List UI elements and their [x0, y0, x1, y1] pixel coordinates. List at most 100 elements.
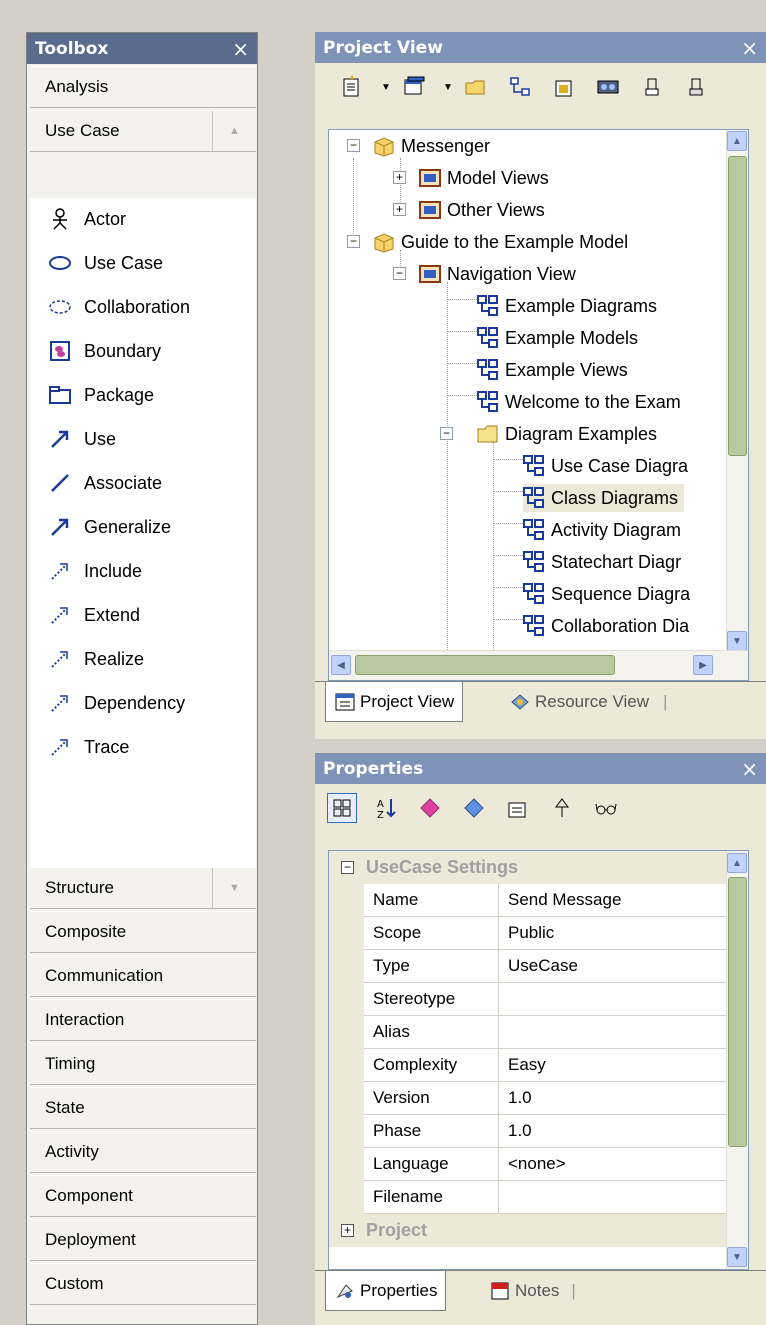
- category-deployment[interactable]: Deployment: [30, 1219, 256, 1261]
- category-composite[interactable]: Composite: [30, 911, 256, 953]
- tab-resource-view[interactable]: Resource View |: [501, 682, 675, 722]
- tree-node-collaboration-diagrams[interactable]: Collaboration Dia: [523, 612, 689, 640]
- category-use-case[interactable]: Use Case ▲: [30, 110, 256, 152]
- unlock-icon[interactable]: [681, 72, 711, 102]
- category-activity[interactable]: Activity: [30, 1131, 256, 1173]
- category-interaction[interactable]: Interaction: [30, 999, 256, 1041]
- new-folder-icon[interactable]: [461, 72, 491, 102]
- tree-vscroll-thumb[interactable]: [728, 156, 747, 456]
- scroll-up-icon[interactable]: ▲: [727, 131, 747, 151]
- tool-associate[interactable]: Associate: [48, 468, 162, 498]
- scroll-up-icon[interactable]: ▲: [727, 853, 747, 873]
- collapse-icon[interactable]: −: [347, 139, 360, 152]
- glasses-icon[interactable]: [591, 793, 621, 823]
- tree-node-diagram-examples[interactable]: Diagram Examples: [477, 420, 657, 448]
- categorized-icon[interactable]: [327, 793, 357, 823]
- property-row-alias[interactable]: Alias: [329, 1016, 728, 1049]
- tool-use-case[interactable]: Use Case: [48, 248, 163, 278]
- category-component[interactable]: Component: [30, 1175, 256, 1217]
- tree-vertical-scrollbar[interactable]: ▲ ▼: [726, 130, 748, 652]
- category-timing[interactable]: Timing: [30, 1043, 256, 1085]
- scroll-right-icon[interactable]: ▶: [693, 655, 713, 675]
- sort-alphabetical-icon[interactable]: AZ: [371, 793, 401, 823]
- tree-hscroll-thumb[interactable]: [355, 655, 615, 675]
- tree-node-navigation-view[interactable]: Navigation View: [419, 260, 576, 288]
- collapse-icon[interactable]: −: [440, 427, 453, 440]
- tree-node-example-views[interactable]: Example Views: [477, 356, 628, 384]
- dropdown-arrow-icon[interactable]: ▼: [381, 72, 391, 102]
- scroll-down-icon[interactable]: ▼: [727, 631, 747, 651]
- category-structure[interactable]: Structure ▼: [30, 867, 256, 909]
- property-row-filename[interactable]: Filename: [329, 1181, 728, 1214]
- property-value[interactable]: 1.0: [499, 1082, 728, 1115]
- collapse-icon[interactable]: −: [347, 235, 360, 248]
- property-vertical-scrollbar[interactable]: ▲ ▼: [726, 851, 748, 1269]
- tab-properties[interactable]: Properties: [325, 1271, 447, 1311]
- property-row-type[interactable]: Type UseCase: [329, 950, 728, 983]
- lock-icon[interactable]: [637, 72, 667, 102]
- tool-collaboration[interactable]: Collaboration: [48, 292, 190, 322]
- collapse-up-icon[interactable]: ▲: [212, 111, 256, 151]
- tab-notes[interactable]: Notes |: [481, 1271, 584, 1311]
- property-value[interactable]: [499, 1016, 728, 1049]
- property-row-version[interactable]: Version 1.0: [329, 1082, 728, 1115]
- property-row-name[interactable]: Name Send Message: [329, 884, 728, 917]
- category-state[interactable]: State: [30, 1087, 256, 1129]
- property-value[interactable]: [499, 1181, 728, 1214]
- tool-dependency[interactable]: Dependency: [48, 688, 185, 718]
- scroll-left-icon[interactable]: ◀: [331, 655, 351, 675]
- tree-node-example-diagrams[interactable]: Example Diagrams: [477, 292, 657, 320]
- tool-actor[interactable]: Actor: [48, 204, 126, 234]
- new-package-icon[interactable]: [549, 72, 579, 102]
- property-value[interactable]: Easy: [499, 1049, 728, 1082]
- tree-node-model-views[interactable]: Model Views: [419, 164, 549, 192]
- tool-extend[interactable]: Extend: [48, 600, 140, 630]
- category-analysis[interactable]: Analysis: [30, 66, 256, 108]
- tree-node-welcome[interactable]: Welcome to the Exam: [477, 388, 681, 416]
- tree-node-messenger[interactable]: Messenger: [373, 132, 490, 160]
- tab-project-view[interactable]: Project View: [325, 682, 464, 722]
- tool-realize[interactable]: Realize: [48, 644, 144, 674]
- tree-node-activity-diagrams[interactable]: Activity Diagram: [523, 516, 681, 544]
- property-row-stereotype[interactable]: Stereotype: [329, 983, 728, 1016]
- new-window-icon[interactable]: [399, 72, 429, 102]
- new-diagram-icon[interactable]: [505, 72, 535, 102]
- tool-include[interactable]: Include: [48, 556, 142, 586]
- expand-down-icon[interactable]: ▼: [212, 868, 256, 908]
- property-value[interactable]: UseCase: [499, 950, 728, 983]
- tree-node-example-models[interactable]: Example Models: [477, 324, 638, 352]
- toolbox-close-icon[interactable]: ×: [232, 37, 249, 61]
- expand-icon[interactable]: +: [393, 203, 406, 216]
- tool-trace[interactable]: Trace: [48, 732, 129, 762]
- category-communication[interactable]: Communication: [30, 955, 256, 997]
- tree-node-statechart-diagrams[interactable]: Statechart Diagr: [523, 548, 681, 576]
- expand-icon[interactable]: +: [341, 1224, 354, 1237]
- tool-use[interactable]: Use: [48, 424, 116, 454]
- tree-node-class-diagrams-selected[interactable]: Class Diagrams: [523, 484, 685, 512]
- tool-package[interactable]: Package: [48, 380, 154, 410]
- properties-close-icon[interactable]: ×: [741, 757, 758, 781]
- property-vscroll-thumb[interactable]: [728, 877, 747, 1147]
- scroll-down-icon[interactable]: ▼: [727, 1247, 747, 1267]
- tree-horizontal-scrollbar[interactable]: ◀ ▶: [329, 650, 748, 680]
- property-value[interactable]: 1.0: [499, 1115, 728, 1148]
- property-value[interactable]: [499, 983, 728, 1016]
- property-row-language[interactable]: Language <none>: [329, 1148, 728, 1181]
- property-group-usecase-settings[interactable]: − UseCase Settings: [329, 851, 728, 884]
- new-element-icon[interactable]: [337, 72, 367, 102]
- expand-icon[interactable]: +: [393, 171, 406, 184]
- collapse-icon[interactable]: −: [341, 861, 354, 874]
- find-icon[interactable]: [593, 72, 623, 102]
- blue-gem-icon[interactable]: [459, 793, 489, 823]
- pink-gem-icon[interactable]: [415, 793, 445, 823]
- property-value[interactable]: Public: [499, 917, 728, 950]
- property-pages-icon[interactable]: [503, 793, 533, 823]
- collapse-icon[interactable]: −: [393, 267, 406, 280]
- property-row-complexity[interactable]: Complexity Easy: [329, 1049, 728, 1082]
- tree-node-other-views[interactable]: Other Views: [419, 196, 545, 224]
- property-row-scope[interactable]: Scope Public: [329, 917, 728, 950]
- property-value[interactable]: <none>: [499, 1148, 728, 1181]
- tool-generalize[interactable]: Generalize: [48, 512, 171, 542]
- property-group-project[interactable]: + Project: [329, 1214, 728, 1247]
- tree-node-use-case-diagrams[interactable]: Use Case Diagra: [523, 452, 688, 480]
